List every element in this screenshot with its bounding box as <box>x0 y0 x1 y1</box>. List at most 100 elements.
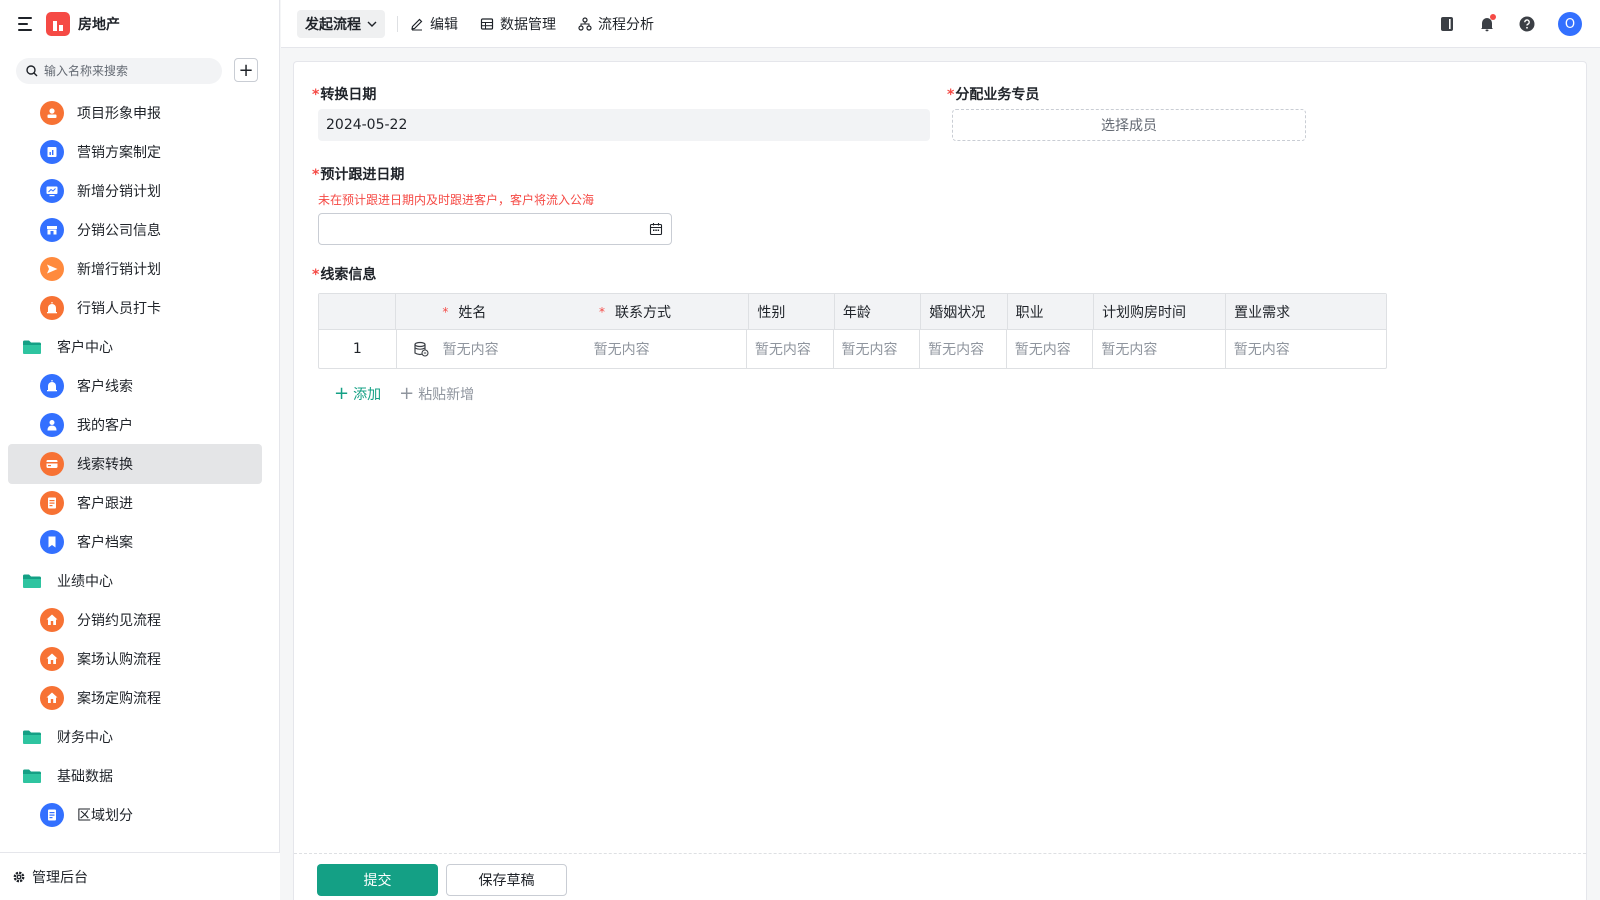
occupation-header: 职业 <box>1008 294 1095 329</box>
sidebar-item-label: 我的客户 <box>77 418 133 434</box>
assign-specialist-label: *分配业务专员 <box>947 84 1039 104</box>
sidebar-item-label: 基础数据 <box>57 769 113 785</box>
sidebar-item-lead-conversion[interactable]: 线索转换 <box>8 444 262 484</box>
sidebar-item-marketing-plan[interactable]: 营销方案制定 <box>8 132 262 172</box>
contact-header-text: 联系方式 <box>614 304 671 321</box>
table-header-row: * 姓名 * 联系方式 性别 年龄 婚姻状况 职业 计划购房时间 置业需求 <box>319 294 1386 330</box>
sidebar-item-customer-leads[interactable]: 客户线索 <box>8 366 262 406</box>
assign-specialist-label-text: 分配业务专员 <box>955 87 1040 103</box>
sidebar-item-customer-archive[interactable]: 客户档案 <box>8 522 262 562</box>
top-right-actions: O <box>1438 12 1582 36</box>
name-contact-cell[interactable]: 暂无内容 暂无内容 <box>397 330 747 368</box>
sidebar-group-base-data[interactable]: 基础数据 <box>8 756 262 796</box>
sidebar-item-my-customers[interactable]: 我的客户 <box>8 405 262 445</box>
required-mark: * <box>312 87 320 103</box>
plus-icon: + <box>238 59 254 81</box>
follow-date-hint: 未在预计跟进日期内及时跟进客户，客户将流入公海 <box>318 193 595 207</box>
folder-icon <box>23 574 41 588</box>
required-mark: * <box>312 267 320 283</box>
process-analysis-button[interactable]: 流程分析 <box>578 14 654 34</box>
search-input[interactable] <box>44 64 204 78</box>
sidebar-item-promoter-checkin[interactable]: 行销人员打卡 <box>8 288 262 328</box>
search-box[interactable] <box>16 58 222 84</box>
launch-process-dropdown[interactable]: 发起流程 <box>297 9 385 38</box>
sidebar-item-distribution-company[interactable]: 分销公司信息 <box>8 210 262 250</box>
occupation-cell[interactable]: 暂无内容 <box>1007 330 1094 368</box>
sidebar-search-row: + <box>16 58 264 84</box>
sidebar-item-distribution-appointment[interactable]: 分销约见流程 <box>8 600 262 640</box>
purchase-time-cell[interactable]: 暂无内容 <box>1093 330 1226 368</box>
plus-icon: + <box>334 383 350 404</box>
sidebar-header: 房地产 <box>0 0 279 48</box>
table-row[interactable]: 1 暂无内容 暂无内容 暂无内容 暂无内容 暂无内容 暂无内容 暂无内容 暂无内… <box>319 330 1386 368</box>
contact-cell: 暂无内容 <box>593 342 650 358</box>
sidebar-item-label: 新增分销计划 <box>77 184 161 200</box>
select-member-field[interactable]: 选择成员 <box>952 109 1306 141</box>
name-contact-header: * 姓名 * 联系方式 <box>396 294 748 329</box>
add-button[interactable]: + <box>234 58 258 82</box>
age-cell[interactable]: 暂无内容 <box>834 330 921 368</box>
process-analysis-label: 流程分析 <box>598 16 654 33</box>
paste-add-label: 粘贴新增 <box>418 387 475 403</box>
folder-icon <box>23 730 41 744</box>
name-cell: 暂无内容 <box>442 342 499 358</box>
send-icon <box>40 257 64 281</box>
sidebar-item-label: 案场认购流程 <box>77 652 161 668</box>
sidebar-item-site-subscription[interactable]: 案场认购流程 <box>8 639 262 679</box>
sidebar-item-site-order[interactable]: 案场定购流程 <box>8 678 262 718</box>
submit-button[interactable]: 提交 <box>317 864 438 896</box>
store-icon <box>40 218 64 242</box>
leads-info-label-text: 线索信息 <box>320 267 377 283</box>
sidebar-item-label: 新增行销计划 <box>77 262 161 278</box>
folder-icon <box>23 340 41 354</box>
user-card-icon <box>40 101 64 125</box>
paste-add-button[interactable]: + 粘贴新增 <box>399 384 474 404</box>
user-avatar[interactable]: O <box>1558 12 1582 36</box>
admin-console-link[interactable]: 管理后台 <box>0 852 280 900</box>
chart-sheet-icon <box>40 140 64 164</box>
sidebar-item-label: 业绩中心 <box>57 574 113 590</box>
notification-bell-icon[interactable] <box>1478 14 1496 33</box>
search-icon <box>26 65 38 77</box>
sidebar-item-label: 案场定购流程 <box>77 691 161 707</box>
home-icon <box>40 608 64 632</box>
calendar-icon <box>649 223 663 236</box>
sidebar-item-customer-followup[interactable]: 客户跟进 <box>8 483 262 523</box>
alarm-icon <box>40 296 64 320</box>
sidebar-group-performance-center[interactable]: 业绩中心 <box>8 561 262 601</box>
sidebar-group-finance-center[interactable]: 财务中心 <box>8 717 262 757</box>
data-management-button[interactable]: 数据管理 <box>480 14 556 34</box>
sidebar-item-promotion-plan[interactable]: 新增行销计划 <box>8 249 262 289</box>
save-draft-button[interactable]: 保存草稿 <box>446 864 567 896</box>
follow-date-picker[interactable] <box>318 213 672 245</box>
help-icon[interactable] <box>1518 15 1536 33</box>
convert-date-label-text: 转换日期 <box>320 87 377 103</box>
required-mark: * <box>312 167 320 183</box>
add-row-button[interactable]: + 添加 <box>334 384 381 404</box>
menu-toggle-icon[interactable] <box>18 17 34 31</box>
sidebar-item-label: 项目形象申报 <box>77 106 161 122</box>
gear-icon <box>13 871 25 882</box>
sidebar-item-label: 分销公司信息 <box>77 223 161 239</box>
follow-date-label-text: 预计跟进日期 <box>320 167 405 183</box>
property-needs-cell[interactable]: 暂无内容 <box>1226 330 1386 368</box>
doc-icon <box>40 803 64 827</box>
alarm-icon <box>40 374 64 398</box>
top-toolbar: 发起流程 编辑 数据管理 流程分析 O <box>281 0 1600 48</box>
sidebar-item-project-image[interactable]: 项目形象申报 <box>8 93 262 133</box>
card-icon <box>40 452 64 476</box>
sidebar-nav: 项目形象申报 营销方案制定 新增分销计划 分销公司信息 新增行销计划 行销人员打… <box>0 90 280 850</box>
required-mark: * <box>598 304 605 319</box>
gender-header: 性别 <box>748 294 835 329</box>
chevron-down-icon <box>367 21 377 27</box>
form-footer: 提交 保存草稿 <box>294 853 1586 900</box>
marital-cell[interactable]: 暂无内容 <box>920 330 1007 368</box>
edit-button[interactable]: 编辑 <box>410 14 458 34</box>
sidebar-item-region-division[interactable]: 区域划分 <box>8 795 262 835</box>
notification-dot <box>1490 14 1496 20</box>
sidebar-item-distribution-plan[interactable]: 新增分销计划 <box>8 171 262 211</box>
database-icon[interactable] <box>413 341 429 357</box>
sidebar-group-customer-center[interactable]: 客户中心 <box>8 327 262 367</box>
notebook-icon[interactable] <box>1438 15 1456 33</box>
gender-cell[interactable]: 暂无内容 <box>747 330 834 368</box>
